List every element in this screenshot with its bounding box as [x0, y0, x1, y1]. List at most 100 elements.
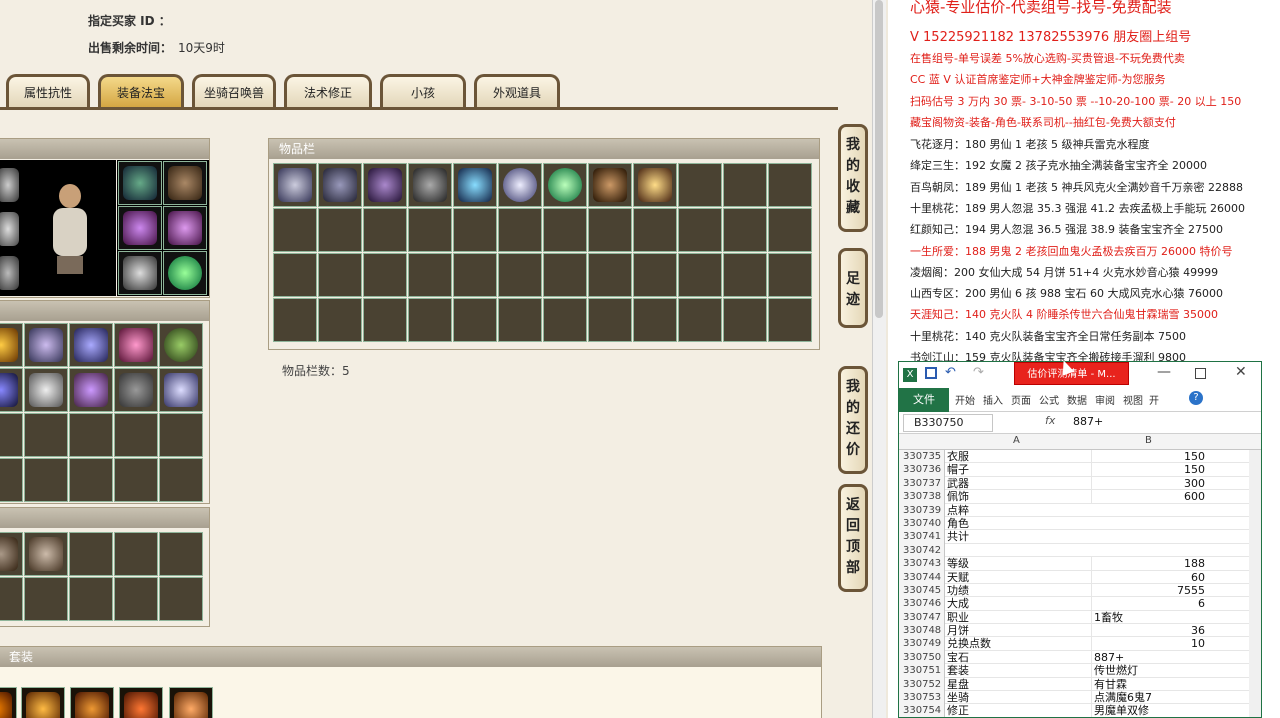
equip-slot-5[interactable] [118, 251, 162, 295]
cell-b[interactable]: 1畜牧 [1091, 610, 1209, 624]
treasure-slot[interactable] [0, 323, 23, 367]
row-number[interactable]: 330751 [899, 664, 945, 678]
inventory-slot[interactable] [543, 163, 587, 207]
cell-a[interactable]: 点粹 [947, 504, 1091, 517]
row-number[interactable]: 330740 [899, 516, 945, 531]
treasure-slot[interactable] [114, 458, 158, 502]
inventory-slot[interactable] [363, 163, 407, 207]
cell-b[interactable]: 887+ [1091, 650, 1209, 664]
outfit-slot[interactable] [169, 687, 213, 718]
inventory-slot[interactable] [768, 253, 812, 297]
inventory-slot[interactable] [723, 163, 767, 207]
ribbon-tab-review[interactable]: 审阅 [1095, 392, 1115, 407]
sheet-row[interactable]: 330748 月饼 36 [899, 624, 1261, 638]
save-icon[interactable] [925, 367, 937, 379]
cell-b[interactable]: 7555 [1091, 583, 1209, 597]
ribbon-tab-formulas[interactable]: 公式 [1039, 392, 1059, 407]
sheet-row[interactable]: 330737 武器 300 [899, 476, 1261, 491]
treasure-slot[interactable] [69, 368, 113, 412]
treasure-slot[interactable] [24, 413, 68, 457]
equip-slot-4[interactable] [163, 206, 207, 250]
cell-a[interactable]: 月饼 [947, 624, 1091, 637]
inventory-slot[interactable] [768, 208, 812, 252]
sheet-row[interactable]: 330747 职业 1畜牧 [899, 610, 1261, 625]
sheet-row[interactable]: 330739 点粹 [899, 503, 1261, 517]
cell-b[interactable]: 150 [1091, 450, 1209, 463]
inventory-slot[interactable] [588, 163, 632, 207]
row-number[interactable]: 330749 [899, 637, 945, 651]
sheet-row[interactable]: 330745 功绩 7555 [899, 583, 1261, 598]
cell-b[interactable]: 188 [1091, 557, 1209, 571]
inventory-slot[interactable] [318, 253, 362, 297]
row-number[interactable]: 330745 [899, 583, 945, 598]
treasure-slot[interactable] [69, 413, 113, 457]
sheet-row[interactable]: 330738 佩饰 600 [899, 490, 1261, 504]
row-number[interactable]: 330735 [899, 450, 945, 464]
inventory-slot[interactable] [633, 298, 677, 342]
inventory-slot[interactable] [273, 253, 317, 297]
inventory-slot[interactable] [363, 253, 407, 297]
help-icon[interactable]: ? [1189, 391, 1203, 405]
column-b-header[interactable]: B [1145, 435, 1152, 446]
inventory-slot[interactable] [678, 298, 722, 342]
cell-a[interactable]: 共计 [947, 530, 1091, 543]
maximize-icon[interactable] [1195, 368, 1206, 379]
inventory-slot[interactable] [408, 163, 452, 207]
wardrobe-slot[interactable] [114, 577, 158, 621]
inventory-slot[interactable] [678, 208, 722, 252]
sheet-row[interactable]: 330736 帽子 150 [899, 463, 1261, 477]
cell-b[interactable]: 10 [1091, 637, 1209, 651]
equipped-necklace-icon[interactable] [0, 212, 19, 246]
row-number[interactable]: 330753 [899, 691, 945, 705]
row-number[interactable]: 330746 [899, 597, 945, 611]
equip-slot-1[interactable] [118, 161, 162, 205]
page-scrollbar-thumb[interactable] [875, 0, 883, 318]
wardrobe-slot[interactable] [24, 532, 68, 576]
inventory-slot[interactable] [723, 298, 767, 342]
equip-slot-2[interactable] [163, 161, 207, 205]
cell-b[interactable]: 男魔单双修 [1091, 704, 1209, 717]
inventory-slot[interactable] [453, 298, 497, 342]
inventory-slot[interactable] [678, 163, 722, 207]
back-to-top-button[interactable]: 返回顶部 [838, 484, 868, 592]
treasure-slot[interactable] [159, 368, 203, 412]
inventory-slot[interactable] [273, 298, 317, 342]
cell-a[interactable]: 衣服 [947, 450, 1091, 463]
treasure-slot[interactable] [24, 323, 68, 367]
treasure-slot[interactable] [159, 413, 203, 457]
ribbon-tab-home[interactable]: 开始 [955, 392, 975, 407]
row-number[interactable]: 330744 [899, 570, 945, 584]
row-number[interactable]: 330750 [899, 650, 945, 665]
ribbon-tab-view[interactable]: 视图 [1123, 392, 1143, 407]
sheet-row[interactable]: 330742 [899, 543, 1261, 558]
inventory-slot[interactable] [633, 253, 677, 297]
tab-children[interactable]: 小孩 [380, 74, 466, 108]
inventory-slot[interactable] [768, 163, 812, 207]
cell-b[interactable]: 60 [1091, 570, 1209, 584]
row-number[interactable]: 330737 [899, 476, 945, 491]
cell-a[interactable]: 修正 [947, 704, 1091, 717]
sheet-row[interactable]: 330753 坐骑 点满魔6鬼7 [899, 691, 1261, 705]
sheet-row[interactable]: 330749 兑换点数 10 [899, 637, 1261, 651]
tab-mounts-pets[interactable]: 坐骑召唤兽 [192, 74, 276, 108]
cell-b[interactable]: 36 [1091, 624, 1209, 638]
wardrobe-slot[interactable] [159, 577, 203, 621]
row-number[interactable]: 330743 [899, 557, 945, 571]
inventory-slot[interactable] [453, 163, 497, 207]
wardrobe-slot[interactable] [69, 532, 113, 576]
cell-a[interactable]: 宝石 [947, 651, 1091, 664]
inventory-slot[interactable] [588, 208, 632, 252]
wardrobe-slot[interactable] [159, 532, 203, 576]
file-tab[interactable]: 文件 [899, 388, 949, 412]
wardrobe-slot[interactable] [69, 577, 113, 621]
cell-a[interactable]: 兑换点数 [947, 637, 1091, 650]
inventory-slot[interactable] [498, 253, 542, 297]
inventory-slot[interactable] [318, 298, 362, 342]
treasure-slot[interactable] [69, 323, 113, 367]
cell-b[interactable]: 有甘霖 [1091, 677, 1209, 691]
equip-slot-3[interactable] [118, 206, 162, 250]
inventory-slot[interactable] [723, 208, 767, 252]
ribbon-tab-page[interactable]: 页面 [1011, 392, 1031, 407]
cell-b[interactable]: 150 [1091, 463, 1209, 477]
inventory-slot[interactable] [633, 163, 677, 207]
